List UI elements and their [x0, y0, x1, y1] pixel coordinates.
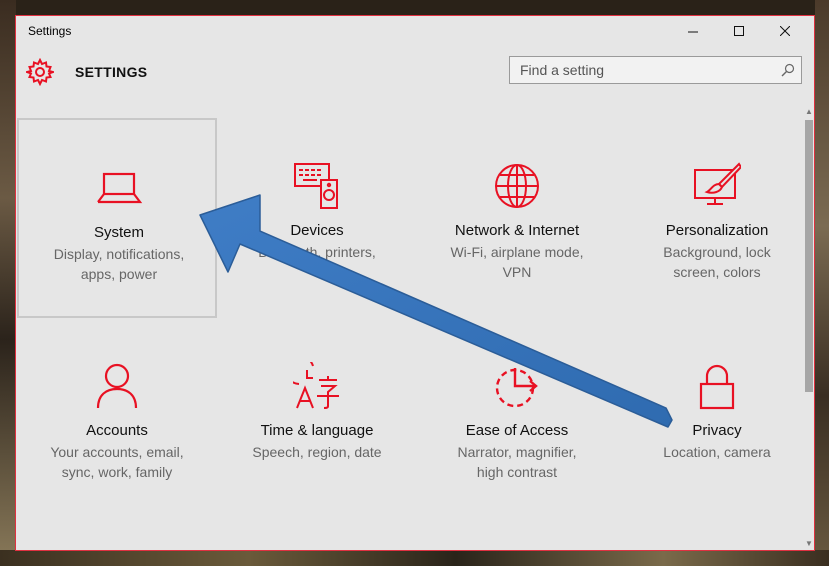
tile-description-line: sync, work, family [61, 464, 173, 480]
background-photo-left [0, 0, 16, 566]
title-bar[interactable]: Settings [16, 16, 814, 48]
tile-title: Network & Internet [454, 222, 580, 239]
minimize-icon [688, 31, 698, 33]
tile-devices[interactable]: Devices Bluetooth, printers, [217, 118, 417, 318]
tile-title: Devices [290, 222, 344, 239]
tile-network-internet[interactable]: Network & Internet Wi-Fi, airplane mode,… [417, 118, 617, 318]
background-photo-right [815, 0, 829, 566]
tile-privacy[interactable]: Privacy Location, camera [617, 318, 817, 518]
tile-description: Location, camera [627, 442, 807, 462]
laptop-icon [97, 172, 143, 204]
tile-description-line: high contrast [476, 464, 558, 480]
tile-description: Wi-Fi, airplane mode, VPN [427, 242, 607, 282]
minimize-button[interactable] [670, 16, 716, 46]
tile-description: Background, lock screen, colors [627, 242, 807, 282]
ease-of-access-icon [495, 368, 538, 408]
tile-description: Speech, region, date [227, 442, 407, 462]
globe-icon [495, 164, 539, 208]
tile-description: Display, notifications, apps, power [29, 244, 209, 284]
tile-description-line: apps, power [80, 266, 158, 282]
tile-description-line: Wi-Fi, airplane mode, [450, 244, 584, 260]
tile-title: Ease of Access [465, 422, 569, 439]
gear-icon [26, 58, 54, 86]
tile-description-line: Background, lock [663, 244, 771, 260]
maximize-button[interactable] [716, 16, 762, 46]
tile-description: Bluetooth, printers, [227, 242, 407, 262]
tile-title: Accounts [86, 422, 148, 439]
tile-title: Privacy [692, 422, 742, 439]
close-button[interactable] [762, 16, 808, 46]
lock-icon [699, 364, 735, 410]
tile-ease-of-access[interactable]: Ease of Access Narrator, magnifier, high… [417, 318, 617, 518]
tile-title: Time & language [260, 422, 374, 439]
tile-system[interactable]: System Display, notifications, apps, pow… [17, 118, 217, 318]
tile-title: Personalization [665, 222, 769, 239]
tile-description-line: Display, notifications, [53, 246, 185, 262]
background-photo-bottom [0, 550, 829, 566]
window-title: Settings [28, 24, 72, 38]
tile-description: Narrator, magnifier, high contrast [427, 442, 607, 482]
time-language-icon [293, 362, 339, 409]
close-icon [780, 26, 790, 36]
tile-personalization[interactable]: Personalization Background, lock screen,… [617, 118, 817, 318]
tile-description: Your accounts, email, sync, work, family [27, 442, 207, 482]
person-icon [96, 363, 138, 409]
paint-icon [694, 162, 741, 205]
tile-description-line: Narrator, magnifier, [457, 444, 577, 460]
tile-description-line: Location, camera [663, 444, 771, 460]
devices-icon [294, 163, 338, 209]
page-title: SETTINGS [75, 64, 148, 80]
settings-window: Settings SETTINGS ▲ ▼ [15, 15, 815, 551]
tile-description-line: VPN [502, 264, 532, 280]
scroll-up-arrow-icon[interactable]: ▲ [803, 104, 815, 118]
maximize-icon [734, 26, 744, 36]
search-input[interactable] [510, 57, 770, 83]
tile-description-line: Your accounts, email, [50, 444, 184, 460]
tile-accounts[interactable]: Accounts Your accounts, email, sync, wor… [17, 318, 217, 518]
search-icon[interactable] [781, 63, 795, 77]
tile-description-line: screen, colors [673, 264, 761, 280]
search-box[interactable] [509, 56, 802, 84]
tile-description-line: Speech, region, date [252, 444, 382, 460]
tile-title: System [93, 224, 144, 241]
tile-time-language[interactable]: Time & language Speech, region, date [217, 318, 417, 518]
scroll-down-arrow-icon[interactable]: ▼ [803, 536, 815, 550]
tile-description-line: Bluetooth, printers, [258, 244, 376, 260]
